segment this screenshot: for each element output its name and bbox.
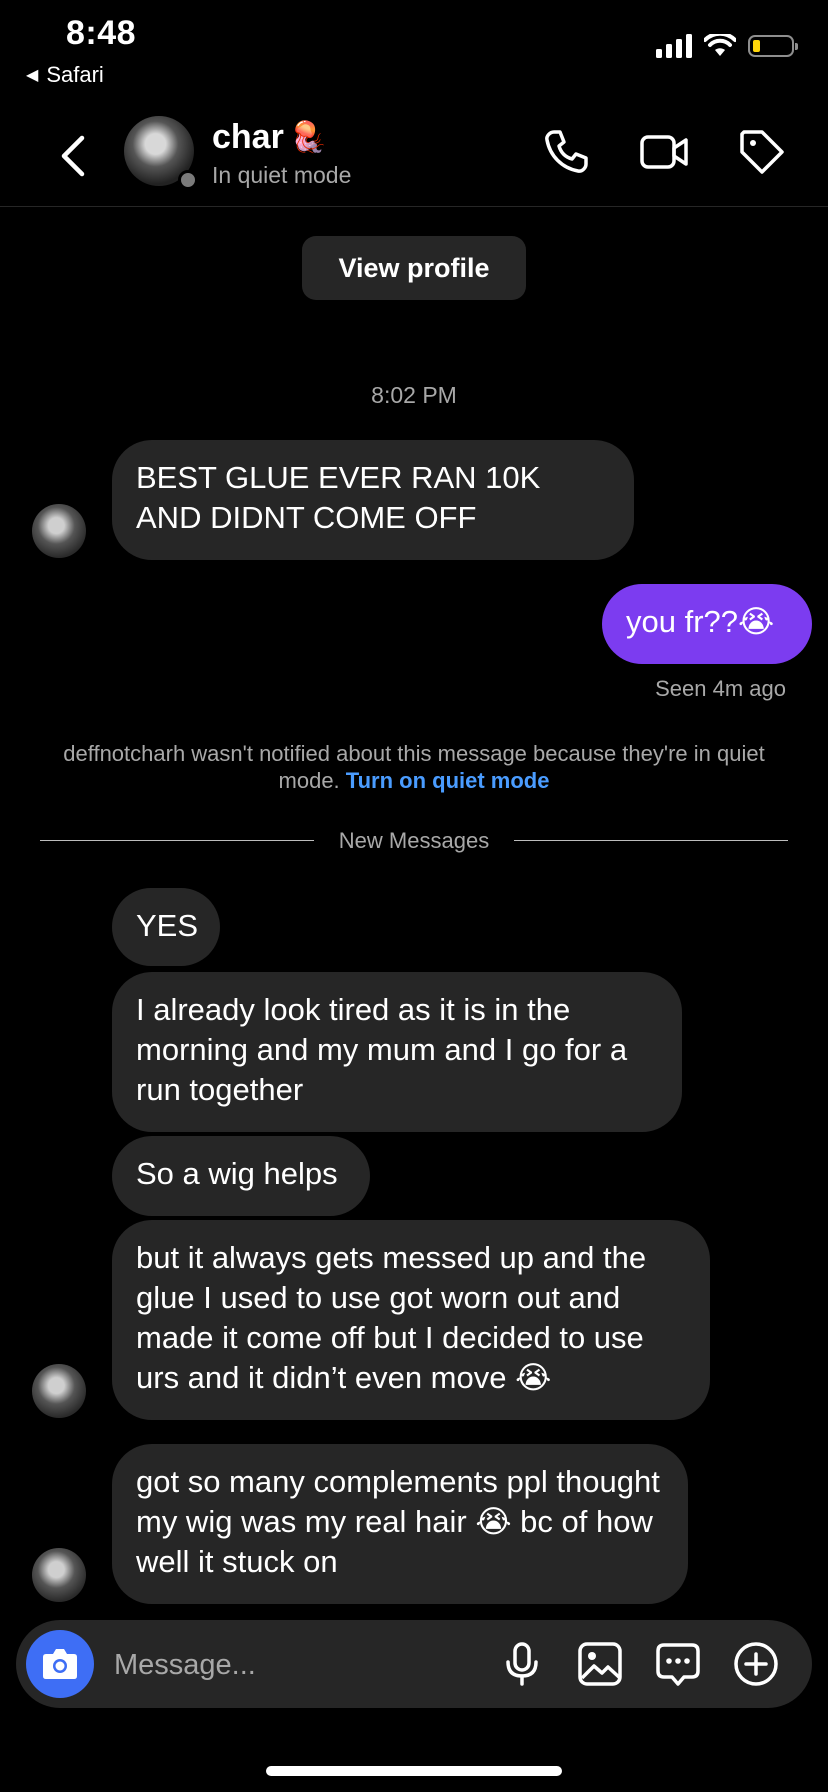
video-camera-icon[interactable] (638, 126, 690, 178)
home-indicator[interactable] (266, 1766, 562, 1776)
turn-on-quiet-mode-link[interactable]: Turn on quiet mode (346, 768, 550, 793)
plus-circle-icon[interactable] (732, 1640, 780, 1688)
jellyfish-emoji: 🪼 (289, 121, 328, 154)
contact-name[interactable]: char 🪼 (212, 118, 327, 157)
wifi-icon (704, 34, 736, 56)
tag-icon[interactable] (736, 126, 788, 178)
incoming-message-bubble[interactable]: I already look tired as it is in the mor… (112, 972, 682, 1132)
incoming-message-bubble[interactable]: BEST GLUE EVER RAN 10K AND DIDNT COME OF… (112, 440, 634, 560)
sender-avatar[interactable] (32, 1364, 86, 1418)
quiet-mode-indicator (178, 170, 198, 190)
sender-avatar[interactable] (32, 1548, 86, 1602)
back-triangle-icon: ◀ (26, 67, 39, 84)
message-input[interactable] (112, 1640, 496, 1690)
sender-avatar[interactable] (32, 504, 86, 558)
back-app-label: Safari (46, 62, 104, 87)
phone-icon[interactable] (540, 126, 592, 178)
message-timestamp: 8:02 PM (371, 382, 457, 408)
microphone-icon[interactable] (498, 1640, 546, 1688)
sticker-chat-icon[interactable] (654, 1640, 702, 1688)
contact-name-text: char (212, 118, 284, 156)
incoming-message-bubble[interactable]: So a wig helps (112, 1136, 370, 1216)
seen-status: Seen 4m ago (655, 676, 786, 701)
status-time: 8:48 (66, 14, 137, 52)
incoming-message-bubble[interactable]: but it always gets messed up and the glu… (112, 1220, 710, 1420)
outgoing-message-bubble[interactable]: you fr??😭 (602, 584, 812, 664)
quiet-mode-notice: deffnotcharh wasn't notified about this … (60, 740, 768, 794)
back-to-safari[interactable]: ◀ Safari (26, 62, 104, 88)
camera-button[interactable] (26, 1630, 94, 1698)
back-chevron-icon[interactable] (52, 130, 96, 182)
conversation-header: char 🪼 In quiet mode (0, 110, 828, 207)
image-icon[interactable] (576, 1640, 624, 1688)
view-profile-button[interactable]: View profile (302, 236, 526, 300)
contact-status: In quiet mode (212, 162, 352, 188)
cellular-signal-icon (656, 34, 692, 58)
message-composer (16, 1620, 812, 1708)
camera-icon (43, 1649, 77, 1679)
battery-icon (748, 35, 798, 57)
new-messages-label: New Messages (324, 828, 504, 853)
incoming-message-bubble[interactable]: YES (112, 888, 220, 966)
status-icons (656, 34, 798, 58)
incoming-message-bubble[interactable]: got so many complements ppl thought my w… (112, 1444, 688, 1604)
new-messages-divider: New Messages (0, 828, 828, 854)
